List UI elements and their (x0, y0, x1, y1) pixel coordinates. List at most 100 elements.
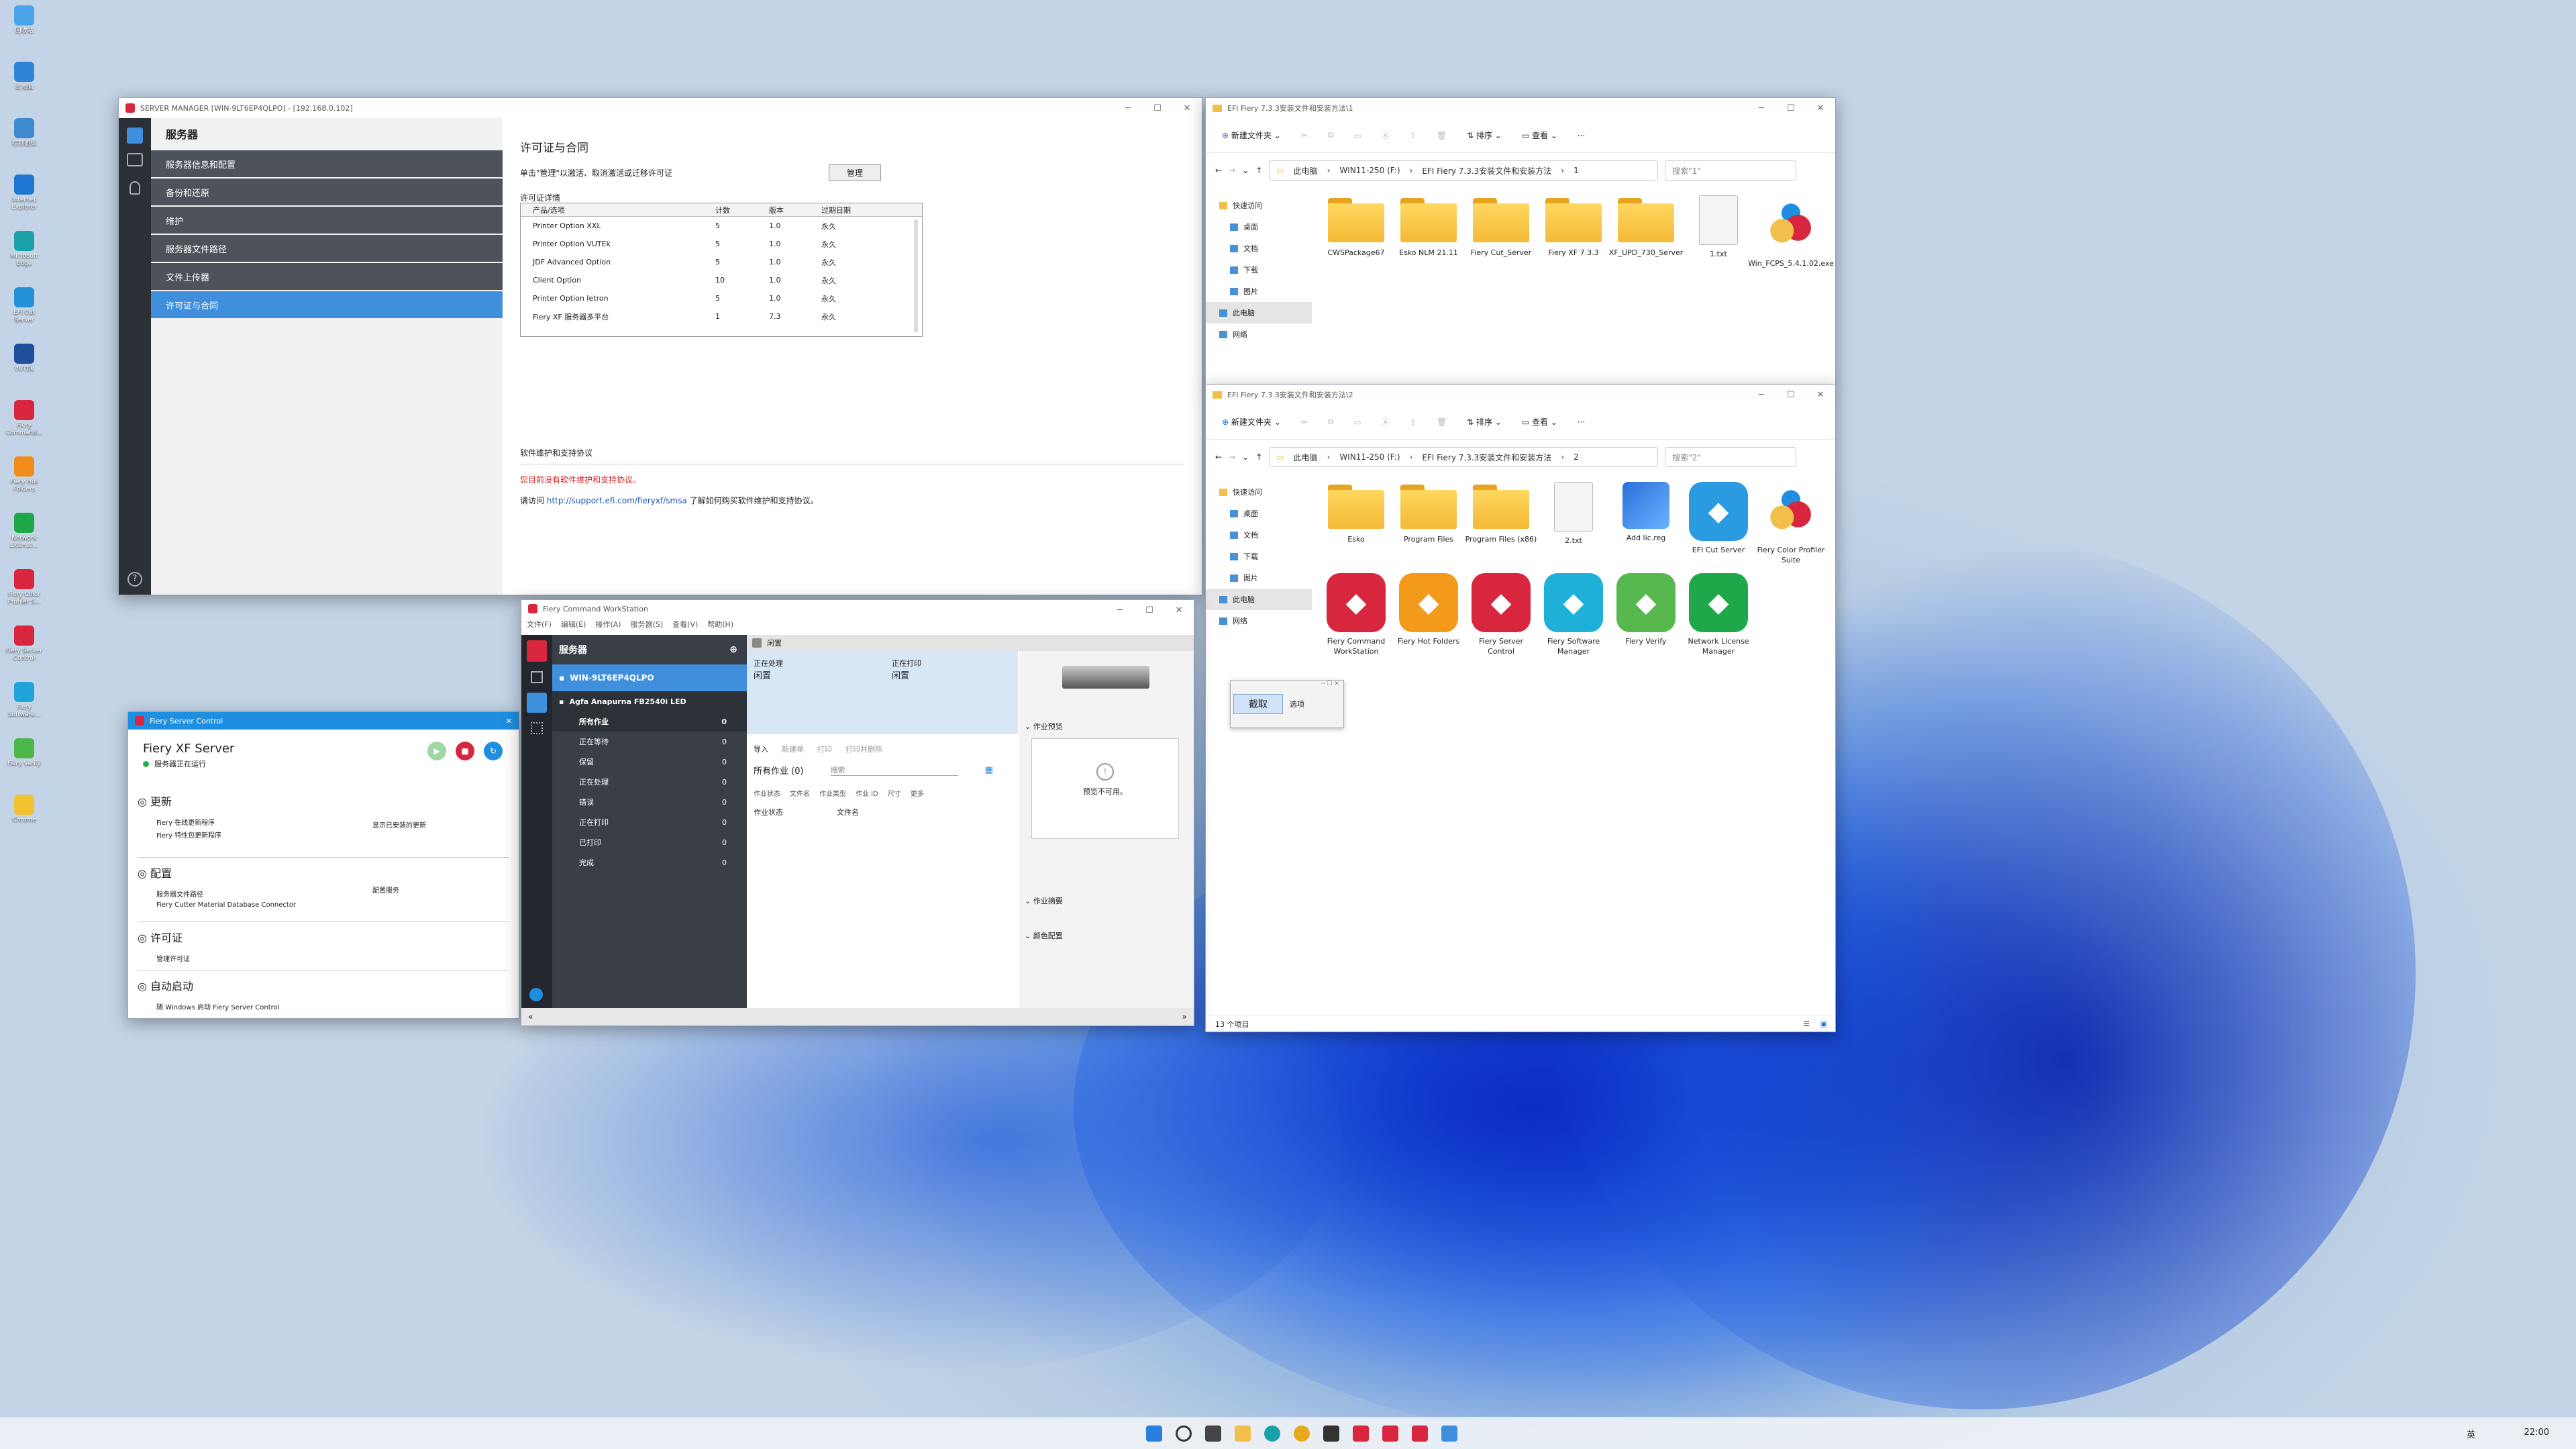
section-link[interactable]: Fiery 在线更新程序 (156, 817, 509, 827)
tree-item[interactable]: 下载 (1206, 546, 1312, 567)
minimize-button[interactable]: ─ (1747, 98, 1776, 118)
tree-item[interactable]: 下载 (1206, 259, 1312, 281)
queue-item[interactable]: 完成 0 (552, 852, 747, 872)
more-icon[interactable]: ··· (1578, 131, 1585, 140)
stop-button[interactable]: ■ (456, 742, 474, 760)
explorer-titlebar[interactable]: EFI Fiery 7.3.3安装文件和安装方法\2 (1206, 385, 1835, 405)
file-item[interactable]: Add lic.reg (1610, 482, 1682, 543)
queue-item[interactable]: 正在打印 0 (552, 812, 747, 832)
action-button[interactable]: 新建单 (782, 744, 804, 754)
desktop-shortcut[interactable]: 此电脑 (4, 62, 44, 91)
nav-item[interactable]: 服务器文件路径 (151, 235, 503, 262)
close-button[interactable]: ✕ (1806, 385, 1835, 405)
desktop-shortcut[interactable]: Internet Explorer (4, 174, 44, 211)
filter-button[interactable]: 尺寸 (888, 788, 901, 798)
new-folder-button[interactable]: ⊕ 新建文件夹 ⌄ (1222, 130, 1281, 141)
desktop-shortcut[interactable]: Network License... (4, 513, 44, 550)
queue-item[interactable]: 保留 0 (552, 752, 747, 772)
start-icon[interactable] (1146, 1426, 1162, 1442)
table-row[interactable]: Fiery XF 服务器多平台 1 7.3 永久 (521, 307, 922, 326)
chevron-down-icon[interactable]: ⌄ (1242, 166, 1249, 175)
printer-item[interactable]: ▪ Agfa Anapurna FB2540i LED (552, 691, 747, 711)
desktop-shortcut[interactable]: Fiery Color Profiler S... (4, 569, 44, 606)
taskview-icon[interactable] (1205, 1426, 1221, 1442)
filter-button[interactable]: 作业 ID (856, 788, 878, 798)
more-icon[interactable]: ··· (1578, 417, 1585, 427)
snip-button[interactable]: 截取 (1233, 694, 1283, 714)
delete-icon[interactable]: 🗑 (1437, 131, 1447, 140)
file-item[interactable]: Esko (1320, 482, 1392, 544)
delete-icon[interactable]: 🗑 (1437, 417, 1447, 427)
desktop-shortcut[interactable]: VUTEk (4, 344, 44, 373)
file-item[interactable]: 1.txt (1682, 195, 1755, 259)
sort-button[interactable]: ⇅ 排序 ⌄ (1467, 130, 1502, 141)
table-scrollbar[interactable] (914, 219, 918, 332)
collapse-icon[interactable]: « (528, 1012, 533, 1021)
desktop-shortcut[interactable]: Chrome (4, 795, 44, 824)
paste-icon[interactable]: ▭ (1353, 131, 1361, 140)
maximize-button[interactable]: ☐ (1776, 385, 1806, 405)
filter-button[interactable]: 作业状态 (754, 788, 780, 798)
new-folder-button[interactable]: ⊕ 新建文件夹 ⌄ (1222, 416, 1281, 428)
file-item[interactable]: ◆ Fiery Software Manager (1537, 573, 1610, 656)
minimize-button[interactable]: ─ (1113, 98, 1143, 118)
copy-icon[interactable]: ⧉ (1328, 130, 1334, 140)
desktop-shortcut[interactable]: Microsoft Edge (4, 231, 44, 268)
desktop-shortcut[interactable]: Fiery Hot Folders (4, 456, 44, 493)
server-icon[interactable] (127, 128, 143, 144)
rename-icon[interactable]: Ⓐ (1382, 416, 1390, 428)
rename-icon[interactable]: Ⓐ (1382, 130, 1390, 141)
file-item[interactable]: Win_FCPS_5.4.1.02.exe (1748, 195, 1834, 268)
tree-item[interactable]: 文档 (1206, 238, 1312, 259)
address-bar[interactable]: ▭ 此电脑 › WIN11-250 (F:) › EFI Fiery 7.3.3安装… (1269, 160, 1659, 181)
desktop-shortcut[interactable]: 回收站 (4, 5, 44, 35)
queue-item[interactable]: 正在等待 0 (552, 732, 747, 752)
menu-item[interactable]: 编辑(E) (561, 619, 586, 630)
action-button[interactable]: 导入 (754, 744, 768, 754)
file-item[interactable]: ◆ Fiery Command WorkStation (1320, 573, 1392, 656)
file-item[interactable]: Fiery XF 7.3.3 (1537, 195, 1610, 258)
summary-section[interactable]: ⌄ 作业摘要 (1025, 895, 1063, 906)
table-row[interactable]: Printer Option VUTEk 5 1.0 永久 (521, 235, 922, 253)
fsc-titlebar[interactable]: Fiery Server Control ✕ (128, 712, 519, 730)
filter-button[interactable]: 更多 (911, 788, 924, 798)
grid-view-icon[interactable]: ▦ (985, 765, 993, 775)
section-link[interactable]: 服务器文件路径 (156, 889, 509, 899)
desktop-shortcut[interactable]: Fiery Verify (4, 738, 44, 768)
action-button[interactable]: 打印并删除 (845, 744, 882, 754)
action-button[interactable]: 打印 (817, 744, 832, 754)
menu-item[interactable]: 操作(A) (595, 619, 621, 630)
desktop-shortcut[interactable]: Fiery Server Control (4, 626, 44, 662)
tree-item[interactable]: 网络 (1206, 323, 1312, 345)
tray-lang[interactable]: 英 (2467, 1428, 2475, 1440)
maximize-button[interactable]: ☐ (1143, 98, 1172, 118)
support-link[interactable]: http://support.efi.com/fieryxf/smsa (547, 496, 687, 505)
tree-item[interactable]: 此电脑 (1206, 589, 1312, 610)
desktop-shortcut[interactable]: Fiery Command... (4, 400, 44, 437)
view-button[interactable]: ▭ 查看 ⌄ (1522, 416, 1557, 428)
desktop-shortcut[interactable]: EFI Cut Server (4, 287, 44, 324)
maximize-button[interactable]: ☐ (1776, 98, 1806, 118)
search-input[interactable]: 搜索"2" (1665, 447, 1797, 467)
menu-item[interactable]: 文件(F) (527, 619, 552, 630)
fiery-cws-icon[interactable] (1353, 1426, 1369, 1442)
file-item[interactable]: Program Files (x86) (1465, 482, 1537, 544)
menu-item[interactable]: 帮助(H) (707, 619, 733, 630)
nav-item[interactable]: 服务器信息和配置 (151, 150, 503, 177)
section-link[interactable]: 随 Windows 启动 Fiery Server Control (156, 1001, 509, 1011)
queue-item[interactable]: 正在处理 0 (552, 772, 747, 792)
file-item[interactable]: ◆ Fiery Verify (1610, 573, 1682, 646)
search-icon[interactable] (529, 988, 543, 1001)
nav-item[interactable]: 备份和还原 (151, 179, 503, 205)
address-bar[interactable]: ▭ 此电脑 › WIN11-250 (F:) › EFI Fiery 7.3.3安装… (1269, 447, 1659, 467)
chevron-down-icon[interactable]: ⌄ (1242, 452, 1249, 462)
file-item[interactable]: Program Files (1392, 482, 1465, 544)
file-item[interactable]: ◆ Network License Manager (1682, 573, 1755, 656)
close-button[interactable]: ✕ (1164, 600, 1194, 620)
forward-icon[interactable]: → (1229, 452, 1235, 462)
up-icon[interactable]: ↑ (1255, 452, 1262, 462)
tree-item[interactable]: 快速访问 (1206, 481, 1312, 503)
queue-item[interactable]: 已打印 0 (552, 832, 747, 852)
snip-options[interactable]: 选项 (1290, 699, 1304, 709)
server-item[interactable]: ▪ WIN-9LT6EP4QLPO (552, 664, 747, 691)
